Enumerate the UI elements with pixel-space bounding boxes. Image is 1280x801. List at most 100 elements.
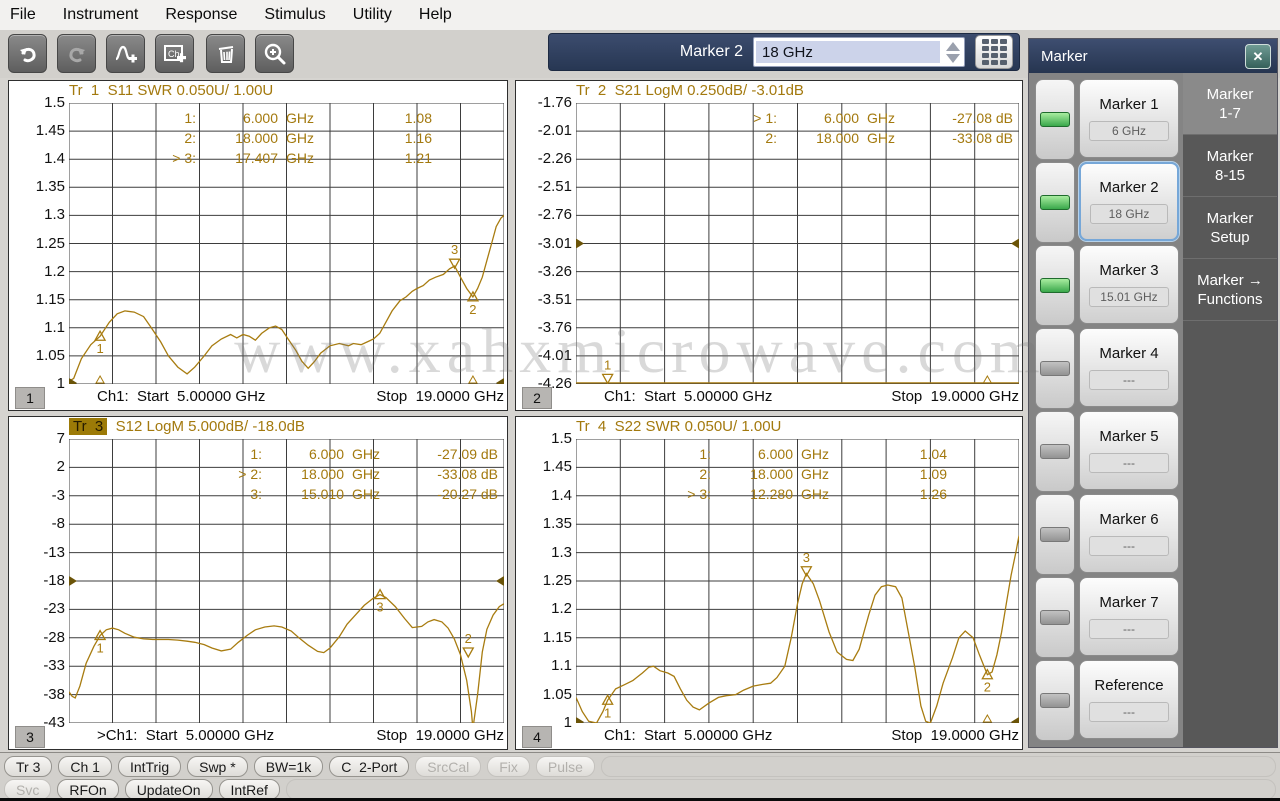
status-bw-1k[interactable]: BW=1k [253,756,324,777]
y-tick-label: 1.15 [35,290,65,308]
status-c-2-port[interactable]: C 2-Port [329,756,410,777]
svg-text:1: 1 [96,341,103,356]
y-tick-label: 1.35 [35,178,65,196]
marker-readout-row: 1: 6.000 GHz 1.04 [699,446,947,462]
footer-stop-freq: Stop 19.0000 GHz [376,388,504,405]
spinner-up-icon[interactable] [946,41,960,51]
marker-button-label: Marker 6 [1099,511,1159,528]
trash-icon [214,42,238,66]
keypad-button[interactable] [975,35,1013,69]
status-intref[interactable]: IntRef [218,779,280,800]
marker-toggle-led[interactable] [1035,162,1075,243]
led-indicator-icon [1040,527,1070,542]
marker-button-label: Marker 3 [1099,262,1159,279]
menu-help[interactable]: Help [419,6,452,24]
y-tick-label: -13 [43,543,65,561]
y-tick-label: -33 [43,657,65,675]
menu-response[interactable]: Response [165,6,237,24]
marker-readout-row: 3: 15.010 GHz -20.27 dB [250,486,498,502]
marker-panel-body: Marker 1 6 GHz Marker 2 18 GHz Marker 3 15.01… [1029,73,1183,747]
y-tick-label: 1.05 [542,685,572,703]
plot-tr1-s11: Tr 1 S11 SWR 0.050U/ 1.00U 1.5 1.45 1.4 1.35… [8,80,508,411]
add-channel-icon: Ch [162,41,188,67]
y-tick-label: 1.5 [44,94,65,111]
marker-toggle-led[interactable] [1035,79,1075,160]
marker-readout-row: > 3: 12.280 GHz 1.26 [687,486,947,502]
marker-button-value: --- [1088,370,1170,390]
status-srccal[interactable]: SrcCal [415,756,482,777]
window-number-tab[interactable]: 4 [522,726,552,748]
status-swp-[interactable]: Swp * [187,756,248,777]
window-number-tab[interactable]: 3 [15,726,45,748]
status-fix[interactable]: Fix [487,756,530,777]
marker-row-marker-2: Marker 2 18 GHz [1033,162,1181,243]
led-indicator-icon [1040,444,1070,459]
y-tick-label: 2 [56,458,65,476]
marker-button[interactable]: Marker 2 18 GHz [1079,162,1179,241]
marker-button[interactable]: Marker 5 --- [1079,411,1179,490]
svg-text:3: 3 [376,600,383,615]
marker-toggle-led[interactable] [1035,245,1075,326]
y-tick-label: 1.25 [35,234,65,252]
marker-row-reference: Reference --- [1033,660,1181,741]
svg-text:2: 2 [465,631,472,646]
menu-utility[interactable]: Utility [353,6,392,24]
status-svc[interactable]: Svc [4,779,52,800]
marker-row-marker-1: Marker 1 6 GHz [1033,79,1181,160]
menu-stimulus[interactable]: Stimulus [264,6,325,24]
marker-button[interactable]: Marker 3 15.01 GHz [1079,245,1179,324]
close-icon[interactable]: ✕ [1245,44,1271,69]
marker-toggle-led[interactable] [1035,660,1075,741]
tab-marker-setup[interactable]: Marker Setup [1183,197,1277,259]
marker-button[interactable]: Marker 6 --- [1079,494,1179,573]
marker-toggle-led[interactable] [1035,577,1075,658]
marker-readout-row: > 2: 18.000 GHz -33.08 dB [238,466,498,482]
add-trace-icon [113,41,139,67]
add-channel-button[interactable]: Ch [155,34,194,73]
menu-file[interactable]: File [10,6,36,24]
marker-button[interactable]: Reference --- [1079,660,1179,739]
marker-toggle-led[interactable] [1035,494,1075,575]
status-bar: Tr 3 Ch 1 IntTrig Swp * BW=1k C 2-Port SrcCal F… [0,752,1280,801]
marker-button[interactable]: Marker 7 --- [1079,577,1179,656]
tab-marker-functions[interactable]: Marker → Functions [1183,259,1277,321]
led-indicator-icon [1040,361,1070,376]
y-tick-label: 1.35 [542,515,572,533]
menu-bar: File Instrument Response Stimulus Utility Hel… [0,0,1280,30]
y-tick-label: 1.3 [551,543,572,561]
status-inttrig[interactable]: IntTrig [117,756,182,777]
undo-button[interactable] [8,34,47,73]
marker-toggle-led[interactable] [1035,328,1075,409]
marker-button[interactable]: Marker 4 --- [1079,328,1179,407]
status-empty [600,756,1276,777]
footer-start-freq: Ch1: Start 5.00000 GHz [604,388,773,405]
marker-button-value: --- [1088,453,1170,473]
window-number-tab[interactable]: 1 [15,387,45,409]
plot-tr4-s22: Tr 4 S22 SWR 0.050U/ 1.00U 1.5 1.45 1.4 1.35… [515,416,1023,750]
marker-row-marker-4: Marker 4 --- [1033,328,1181,409]
window-number-tab[interactable]: 2 [522,387,552,409]
status-rfon[interactable]: RFOn [57,779,119,800]
status-pulse[interactable]: Pulse [535,756,595,777]
marker-panel-title: Marker [1041,47,1088,65]
footer-start-freq: Ch1: Start 5.00000 GHz [604,727,773,744]
menu-instrument[interactable]: Instrument [63,6,139,24]
tab-marker-1-7[interactable]: Marker 1-7 [1183,73,1277,135]
plot-tr2-s21: Tr 2 S21 LogM 0.250dB/ -3.01dB -1.76 -2.01… [515,80,1023,411]
y-tick-label: -23 [43,600,65,618]
y-tick-label: 1.1 [44,318,65,336]
spinner-down-icon[interactable] [946,53,960,63]
marker-toggle-led[interactable] [1035,411,1075,492]
marker-button[interactable]: Marker 1 6 GHz [1079,79,1179,158]
status-ch-1[interactable]: Ch 1 [58,756,112,777]
marker-value-text[interactable]: 18 GHz [756,41,940,63]
redo-button[interactable] [57,34,96,73]
add-trace-button[interactable] [106,34,145,73]
value-spinner[interactable] [942,39,964,65]
zoom-button[interactable] [255,34,294,73]
tab-marker-8-15[interactable]: Marker 8-15 [1183,135,1277,197]
marker-value-input[interactable]: 18 GHz [753,37,965,67]
status-updateon[interactable]: UpdateOn [124,779,213,800]
delete-button[interactable] [206,34,245,73]
status-tr-3[interactable]: Tr 3 [4,756,53,777]
